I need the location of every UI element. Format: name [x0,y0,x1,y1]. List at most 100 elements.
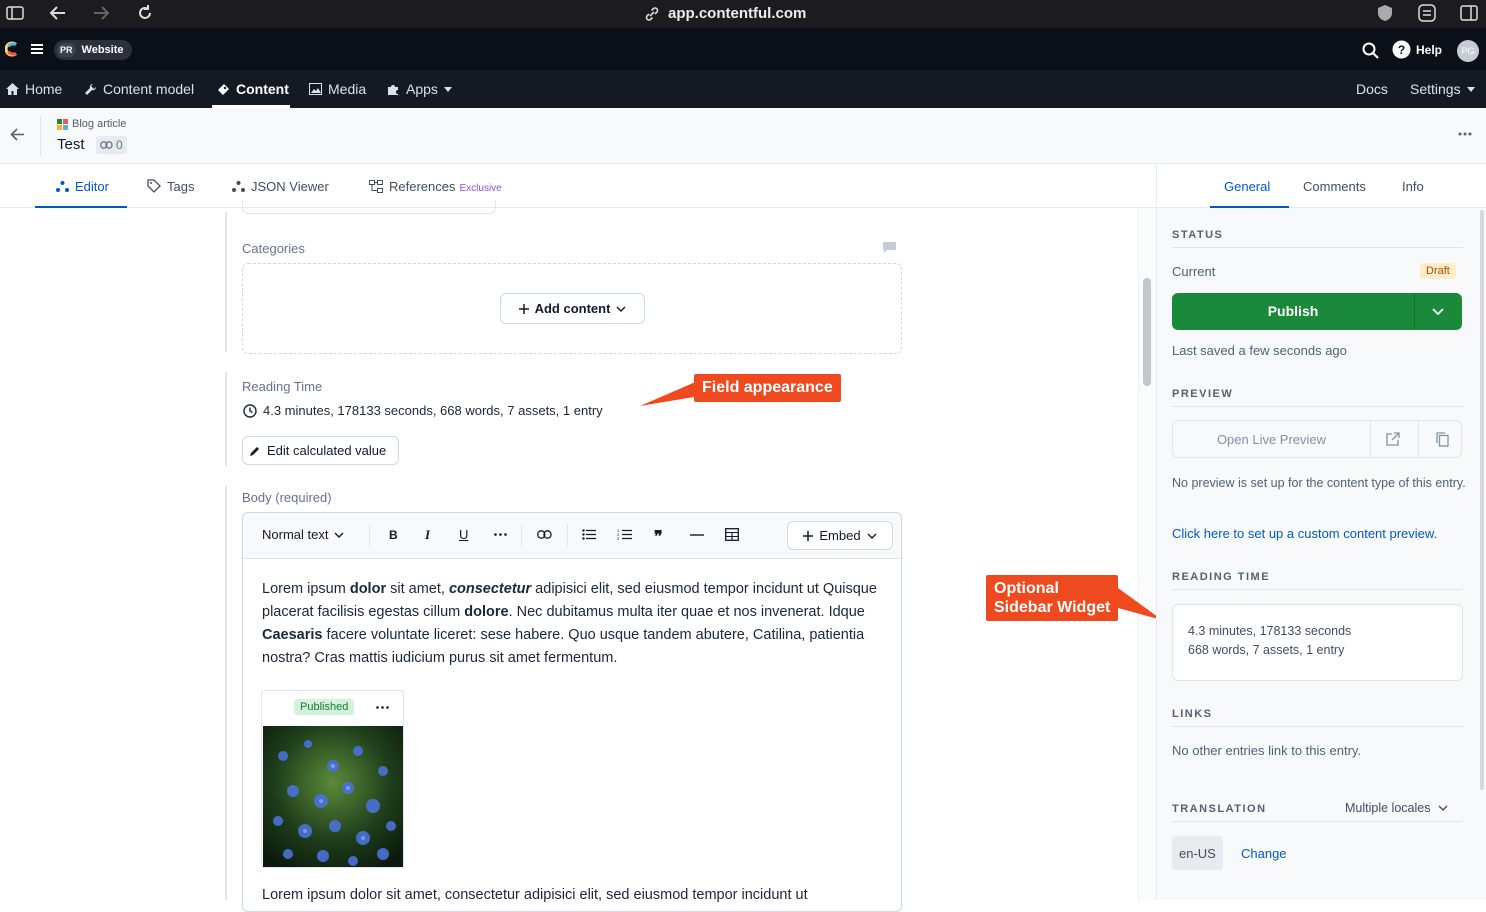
more-formatting-icon[interactable] [494,533,507,536]
field-left-border [225,372,227,466]
editor-scrollbar-thumb[interactable] [1143,278,1151,386]
entry-sidebar: STATUS Current Draft Publish Last saved … [1156,208,1486,900]
button-divider [1418,421,1419,457]
locales-select[interactable]: Multiple locales [1345,801,1448,815]
avatar[interactable]: PG [1457,40,1479,62]
url-text: app.contentful.com [668,5,807,22]
change-locale-link[interactable]: Change [1241,846,1287,861]
shield-icon[interactable] [1376,4,1394,22]
image-icon [309,83,322,95]
puzzle-icon [387,83,400,96]
numbered-list-icon[interactable]: 123 [617,528,632,541]
bulleted-list-icon[interactable] [582,529,596,540]
tab-comments-label: Comments [1303,178,1366,194]
tab-info[interactable]: Info [1402,164,1424,208]
split-view-icon[interactable] [1460,5,1478,21]
chevron-down-icon [867,533,877,539]
nav-settings[interactable]: Settings [1410,70,1475,108]
back-arrow-icon[interactable] [10,128,25,141]
contentful-logo-icon[interactable] [5,41,21,57]
bold-italic-text-run: consectetur [448,581,532,597]
tab-info-label: Info [1402,178,1424,194]
hyperlink-icon[interactable] [537,530,552,539]
bold-text-run: dolore [464,604,509,620]
asset-more-icon[interactable] [376,706,389,709]
italic-icon[interactable]: I [425,527,430,543]
status-section-header: STATUS [1172,229,1463,248]
body-paragraph-2[interactable]: Lorem ipsum dolor sit amet, consectetur … [262,887,882,903]
exclusive-badge: Exclusive [459,182,502,194]
body-paragraph[interactable]: Lorem ipsum dolor sit amet, consectetur … [262,578,882,670]
nav-apps[interactable]: Apps [387,70,452,108]
nav-apps-label: Apps [406,81,438,97]
home-icon [6,83,19,95]
locales-select-label: Multiple locales [1345,801,1431,815]
add-content-button[interactable]: Add content [500,293,645,324]
tab-editor-label: Editor [75,178,109,194]
pencil-icon [249,445,261,457]
address-bar[interactable]: app.contentful.com [644,5,806,22]
tab-comments[interactable]: Comments [1303,164,1366,208]
previous-field-edge [242,200,496,214]
app-header: PR Website ? Help PG [0,28,1486,70]
custom-preview-link[interactable]: Click here to set up a custom content pr… [1172,526,1437,541]
embed-label: Embed [819,528,861,543]
edit-calculated-value-button[interactable]: Edit calculated value [242,436,399,465]
nav-media[interactable]: Media [309,70,366,108]
horizontal-rule-icon[interactable] [690,534,704,536]
space-switcher[interactable]: PR Website [54,40,132,60]
comment-icon[interactable] [883,242,896,253]
more-options-icon[interactable] [1458,132,1472,136]
back-arrow-icon[interactable] [49,5,67,21]
quote-icon[interactable]: ❞ [654,527,663,547]
text-run: sit amet, [386,581,449,597]
tab-tags[interactable]: Tags [147,164,194,208]
tab-tags-label: Tags [167,178,195,194]
links-section-header: LINKS [1172,708,1463,727]
text-format-label: Normal text [262,527,329,542]
field-left-border [225,212,227,352]
text-format-select[interactable]: Normal text [262,527,344,542]
nav-home[interactable]: Home [6,70,62,108]
reader-icon[interactable] [1418,4,1436,22]
caret-down-icon [1466,86,1475,92]
field-appearance-callout: Field appearance [694,374,841,402]
copy-icon[interactable] [1436,432,1449,447]
content-type-breadcrumb: Blog article [57,118,126,130]
tab-general-label: General [1224,178,1271,194]
menu-icon[interactable] [30,43,44,55]
bold-icon[interactable]: B [389,528,398,542]
tab-general[interactable]: General [1224,164,1270,208]
chevron-down-icon [1438,805,1448,811]
underline-icon[interactable]: U [459,527,468,542]
main-nav: Home Content model Content Media Apps Do… [0,70,1486,108]
browser-toolbar: app.contentful.com [0,0,1486,28]
tab-active-indicator [35,206,127,208]
tag-icon [147,179,161,193]
publish-label: Publish [1267,303,1319,319]
references-count: 0 [116,138,123,152]
nav-content-model[interactable]: Content model [84,70,194,108]
tab-editor[interactable]: Editor [56,164,109,208]
text-run: Lorem ipsum [262,581,350,597]
nav-docs[interactable]: Docs [1356,70,1388,108]
sidebar-scrollbar-thumb[interactable] [1480,210,1484,790]
reading-time-section-header: READING TIME [1172,571,1463,590]
nav-media-label: Media [328,81,367,97]
references-count-badge[interactable]: 0 [96,136,127,154]
forward-arrow-icon[interactable] [92,5,110,21]
nav-content[interactable]: Content [217,70,289,108]
external-link-icon[interactable] [1386,432,1400,446]
chevron-down-icon[interactable] [1432,308,1444,315]
help-button[interactable]: ? Help [1392,40,1442,59]
table-icon[interactable] [725,528,739,541]
editor-tabs: Editor Tags JSON Viewer References Exclu… [0,164,1156,208]
open-live-preview-button[interactable]: Open Live Preview [1173,432,1370,447]
sidebar-toggle-icon[interactable] [6,6,24,20]
flower-image [263,726,403,867]
field-appearance-arrow-icon [640,380,700,406]
embed-button[interactable]: Embed [787,521,893,550]
reload-icon[interactable] [136,4,154,22]
publish-button[interactable]: Publish [1172,293,1462,330]
search-icon[interactable] [1362,42,1379,59]
